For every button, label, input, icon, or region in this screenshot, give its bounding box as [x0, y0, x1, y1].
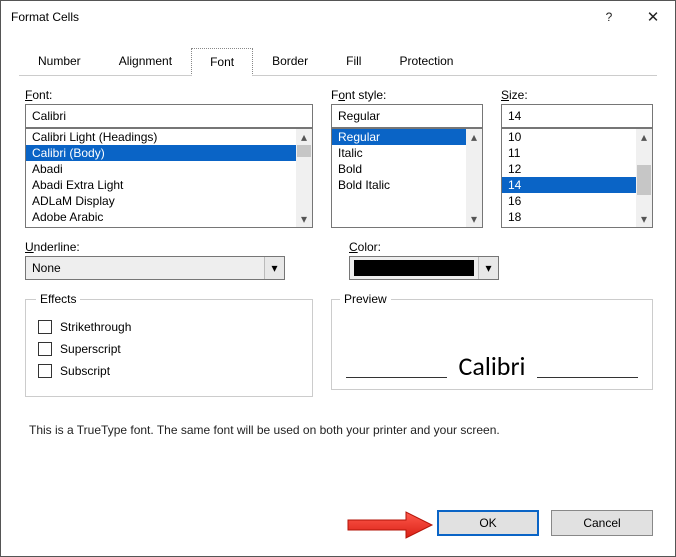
scroll-up-icon[interactable]: ▴ [636, 129, 652, 145]
list-item[interactable]: Adobe Arabic [26, 209, 296, 225]
font-description: This is a TrueType font. The same font w… [29, 423, 655, 437]
preview-text: Calibri [453, 350, 532, 382]
scrollbar[interactable]: ▴ ▾ [466, 129, 482, 227]
dialog-buttons: OK Cancel [437, 510, 653, 536]
underline-combo[interactable]: None ▾ [25, 256, 285, 280]
size-label: Size: [501, 88, 653, 102]
effects-legend: Effects [36, 292, 80, 306]
scroll-thumb[interactable] [637, 165, 651, 195]
tab-protection[interactable]: Protection [380, 47, 472, 75]
scroll-up-icon[interactable]: ▴ [296, 129, 312, 145]
scroll-down-icon[interactable]: ▾ [466, 211, 482, 227]
list-item[interactable]: Bold [332, 161, 466, 177]
list-item[interactable]: 16 [502, 193, 636, 209]
color-combo[interactable]: ▾ [349, 256, 499, 280]
superscript-checkbox[interactable]: Superscript [38, 342, 302, 356]
close-button[interactable]: ✕ [631, 1, 675, 33]
font-input[interactable] [25, 104, 313, 128]
list-item[interactable]: Bold Italic [332, 177, 466, 193]
effects-group: Effects Strikethrough Superscript Subscr… [25, 292, 313, 397]
tab-alignment[interactable]: Alignment [100, 47, 191, 75]
list-item[interactable]: Abadi [26, 161, 296, 177]
tab-font[interactable]: Font [191, 48, 253, 76]
cancel-button[interactable]: Cancel [551, 510, 653, 536]
underline-label: Underline: [25, 240, 285, 254]
help-button[interactable]: ? [587, 1, 631, 33]
list-item[interactable]: Calibri (Body) [26, 145, 296, 161]
tab-number[interactable]: Number [19, 47, 100, 75]
list-item[interactable]: 10 [502, 129, 636, 145]
tab-border[interactable]: Border [253, 47, 327, 75]
subscript-checkbox[interactable]: Subscript [38, 364, 302, 378]
tab-content: Font: Calibri Light (Headings) Calibri (… [1, 76, 675, 437]
dialog-title: Format Cells [11, 10, 587, 24]
help-icon: ? [606, 10, 613, 24]
scroll-down-icon[interactable]: ▾ [296, 211, 312, 227]
list-item[interactable]: Abadi Extra Light [26, 177, 296, 193]
scroll-up-icon[interactable]: ▴ [466, 129, 482, 145]
font-label: Font: [25, 88, 313, 102]
preview-baseline [346, 377, 447, 378]
checkbox-icon [38, 320, 52, 334]
list-item[interactable]: Calibri Light (Headings) [26, 129, 296, 145]
font-style-label: Font style: [331, 88, 483, 102]
chevron-down-icon[interactable]: ▾ [478, 257, 498, 279]
checkbox-icon [38, 342, 52, 356]
list-item[interactable]: 11 [502, 145, 636, 161]
scroll-thumb[interactable] [297, 145, 311, 157]
format-cells-dialog: Format Cells ? ✕ Number Alignment Font B… [0, 0, 676, 557]
color-swatch [354, 260, 474, 276]
titlebar: Format Cells ? ✕ [1, 1, 675, 33]
ok-button[interactable]: OK [437, 510, 539, 536]
list-item[interactable]: 12 [502, 161, 636, 177]
scroll-down-icon[interactable]: ▾ [636, 211, 652, 227]
list-item[interactable]: Regular [332, 129, 466, 145]
font-listbox[interactable]: Calibri Light (Headings) Calibri (Body) … [25, 128, 313, 228]
size-listbox[interactable]: 10 11 12 14 16 18 ▴ ▾ [501, 128, 653, 228]
list-item[interactable]: 14 [502, 177, 636, 193]
size-input[interactable] [501, 104, 653, 128]
font-style-listbox[interactable]: Regular Italic Bold Bold Italic ▴ ▾ [331, 128, 483, 228]
close-icon: ✕ [647, 8, 660, 26]
scrollbar[interactable]: ▴ ▾ [636, 129, 652, 227]
list-item[interactable]: ADLaM Display [26, 193, 296, 209]
strikethrough-checkbox[interactable]: Strikethrough [38, 320, 302, 334]
chevron-down-icon[interactable]: ▾ [264, 257, 284, 279]
tab-fill[interactable]: Fill [327, 47, 380, 75]
annotation-arrow-icon [344, 508, 434, 542]
scrollbar[interactable]: ▴ ▾ [296, 129, 312, 227]
font-style-input[interactable] [331, 104, 483, 128]
tab-strip: Number Alignment Font Border Fill Protec… [19, 47, 675, 75]
preview-baseline [537, 377, 638, 378]
preview-legend: Preview [340, 292, 391, 306]
underline-value: None [26, 261, 264, 275]
list-item[interactable]: 18 [502, 209, 636, 225]
preview-group: Preview Calibri [331, 292, 653, 390]
list-item[interactable]: Italic [332, 145, 466, 161]
checkbox-icon [38, 364, 52, 378]
color-label: Color: [349, 240, 499, 254]
